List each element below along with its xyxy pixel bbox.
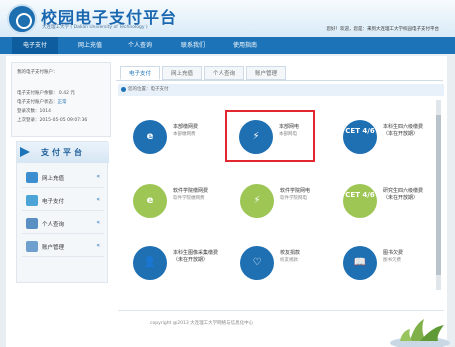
menu-item-label: 账户管理	[42, 245, 65, 251]
account-icon	[26, 241, 38, 252]
nav-guide[interactable]: 使用指南	[222, 37, 268, 54]
welcome-text: 您好！欢迎，您是：来到大连理工大学校园电子支付平台	[326, 27, 440, 32]
cet-icon: CET 4/6	[343, 184, 377, 218]
tile-library-fine[interactable]: 📖 图书欠费 图书欠费	[328, 236, 428, 290]
site-subtitle: 大连理工大学 ( Dalian University of Technology…	[42, 25, 148, 30]
menu-item-label: 电子支付	[42, 199, 65, 205]
power-icon: ⚡	[239, 120, 273, 154]
ie-icon: e	[133, 184, 167, 218]
query-icon	[26, 218, 38, 229]
main-nav: 电子支付 网上充值 个人查询 联系我们 使用指南	[0, 37, 455, 54]
tile-sub: 校友捐款	[280, 258, 298, 263]
nav-online-recharge[interactable]: 网上充值	[67, 37, 113, 54]
tile-name: 软件学院网电	[280, 188, 311, 194]
payment-icon	[26, 195, 38, 206]
footer-copyright: copyright @2013 大连理工大学网络与信息化中心	[150, 321, 254, 326]
tile-name: 校友捐款	[280, 250, 301, 256]
university-logo-icon	[7, 4, 37, 34]
account-status: 电子支付账户状态：正常	[17, 99, 67, 105]
menu-title: 支付平台	[17, 142, 109, 163]
menu-item-query[interactable]: 个人查询 «	[22, 214, 104, 234]
tile-name: 本科生四六级缴费（本在开放期）	[383, 124, 424, 137]
last-login: 上次登录：2015-05-05 09:07:36	[17, 118, 88, 123]
scroll-thumb[interactable]	[436, 115, 441, 275]
tile-name: 本部网电	[279, 124, 300, 130]
tile-alumni-donation[interactable]: ♡ 校友捐款 校友捐款	[225, 236, 325, 290]
account-info-panel: 我的电子支付账户： 电子支付账户余额： 0.42 元 电子支付账户状态：正常 登…	[11, 62, 111, 137]
chevron-left-icon: «	[96, 242, 100, 249]
play-arrow-icon	[20, 147, 30, 157]
chevron-left-icon: «	[96, 219, 100, 226]
tile-name: 本科生图像采集缴费（未在开放期）	[173, 250, 219, 263]
cet-icon: CET 4/6	[343, 120, 377, 154]
menu-item-label: 网上充值	[42, 176, 65, 182]
scrollbar[interactable]	[436, 100, 441, 290]
header: 校园电子支付平台 大连理工大学 ( Dalian University of T…	[0, 0, 455, 37]
decorative-plant-icon	[390, 319, 450, 347]
tile-name: 软件学院缴网费	[173, 188, 209, 194]
tile-sub: 软件学院网电	[280, 196, 307, 201]
tile-sub: 软件学院缴网费	[173, 196, 205, 201]
tab-personal-query[interactable]: 个人查询	[204, 66, 244, 80]
chevron-left-icon: «	[96, 173, 100, 180]
nav-personal-query[interactable]: 个人查询	[117, 37, 163, 54]
tab-online-recharge[interactable]: 网上充值	[162, 66, 202, 80]
menu-item-payment[interactable]: 电子支付 «	[22, 191, 104, 211]
person-icon: 👤	[133, 246, 167, 280]
tile-cet-grad[interactable]: CET 4/6 研究生四六级缴费（未在开放期）	[328, 174, 428, 228]
breadcrumb: 您的位置：电子支付	[118, 84, 444, 96]
tile-sub: 本部网电	[279, 132, 297, 137]
tile-software-electricity[interactable]: ⚡ 软件学院网电 软件学院网电	[225, 174, 325, 228]
status-label: 电子支付账户状态：	[17, 100, 58, 105]
tile-campus-net-fee[interactable]: e 本部缴网费 本部缴网费	[118, 110, 218, 164]
book-icon: 📖	[343, 246, 377, 280]
menu-item-label: 个人查询	[42, 222, 65, 228]
menu-title-text: 支付平台	[41, 148, 85, 157]
ie-icon: e	[133, 120, 167, 154]
account-label: 我的电子支付账户：	[17, 70, 58, 75]
login-count: 登录次数：1014	[17, 109, 51, 114]
heart-icon: ♡	[240, 246, 274, 280]
menu-item-account[interactable]: 账户管理 «	[22, 237, 104, 257]
tile-name: 研究生四六级缴费（未在开放期）	[383, 188, 424, 201]
menu-item-recharge[interactable]: 网上充值 «	[22, 168, 104, 188]
tile-photo-capture-fee[interactable]: 👤 本科生图像采集缴费（未在开放期）	[118, 236, 218, 290]
tab-divider	[116, 80, 443, 81]
account-balance: 电子支付账户余额： 0.42 元	[17, 91, 75, 96]
tile-name: 本部缴网费	[173, 124, 199, 130]
chevron-left-icon: «	[96, 196, 100, 203]
tile-campus-electricity[interactable]: ⚡ 本部网电 本部网电	[225, 110, 315, 162]
tile-software-net-fee[interactable]: e 软件学院缴网费 软件学院缴网费	[118, 174, 218, 228]
service-grid: e 本部缴网费 本部缴网费 ⚡ 本部网电 本部网电 CET 4/6 本科生四六级…	[118, 100, 434, 290]
power-icon: ⚡	[240, 184, 274, 218]
tab-account-management[interactable]: 账户管理	[246, 66, 286, 80]
tile-cet-undergrad[interactable]: CET 4/6 本科生四六级缴费（本在开放期）	[328, 110, 428, 164]
nav-contact-us[interactable]: 联系我们	[170, 37, 216, 54]
tile-sub: 图书欠费	[383, 258, 401, 263]
recharge-icon	[26, 172, 38, 183]
tab-electronic-payment[interactable]: 电子支付	[120, 66, 160, 80]
status-value: 正常	[57, 100, 67, 105]
nav-electronic-payment[interactable]: 电子支付	[12, 37, 58, 54]
tile-name: 图书欠费	[383, 250, 404, 256]
side-menu: 支付平台 网上充值 « 电子支付 « 个人查询 « 账户管理 «	[16, 141, 109, 283]
tile-sub: 本部缴网费	[173, 132, 196, 137]
